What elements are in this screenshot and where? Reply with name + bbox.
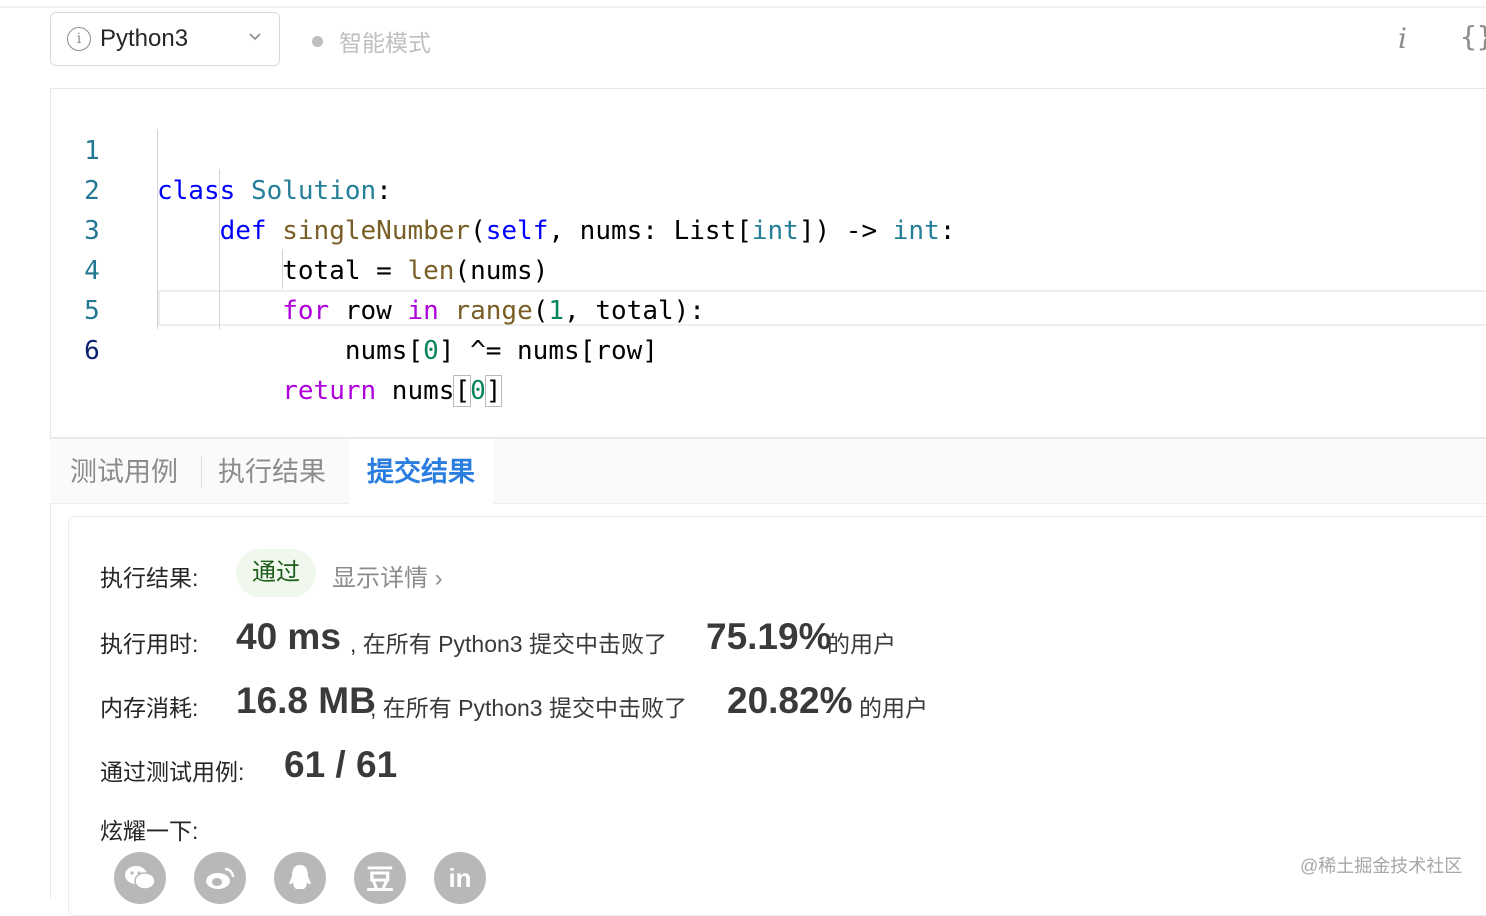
qq-icon (289, 865, 311, 889)
editor-toolbar: i Python3 智能模式 i {} (0, 0, 1486, 80)
runtime-label: 执行用时: (100, 631, 199, 657)
smart-mode-toggle[interactable]: 智能模式 (312, 24, 431, 58)
info-button[interactable]: i (1398, 22, 1407, 55)
status-label: 执行结果: (100, 565, 199, 591)
result-tabs: 测试用例 执行结果 提交结果 (50, 438, 1486, 505)
memory-label: 内存消耗: (100, 695, 199, 721)
watermark: @稀土掘金技术社区 (1300, 856, 1463, 876)
share-label: 炫耀一下: (100, 818, 199, 844)
format-code-button[interactable]: {} (1460, 20, 1486, 53)
chevron-down-icon (249, 33, 261, 41)
linkedin-icon: in (448, 862, 472, 893)
mode-label: 智能模式 (339, 30, 431, 56)
code-text: nums[0] ^= nums[row] (157, 336, 658, 366)
share-linkedin-button[interactable]: in (434, 852, 486, 904)
line-number: 6 (84, 336, 100, 366)
info-icon: i (67, 27, 91, 51)
status-badge: 通过 (236, 549, 316, 597)
show-details-link[interactable]: 显示详情 › (332, 558, 443, 593)
language-select[interactable]: i Python3 (50, 12, 280, 66)
language-label: Python3 (100, 25, 189, 52)
weibo-icon (206, 867, 235, 889)
tab-submit-result[interactable]: 提交结果 (349, 439, 493, 505)
panel-border (50, 504, 51, 898)
share-douban-button[interactable]: 豆 (354, 852, 406, 904)
share-qq-button[interactable] (274, 852, 326, 904)
mode-status-dot (312, 35, 323, 47)
test-cases-label: 通过测试用例: (100, 759, 245, 785)
runtime-value: 40 ms (236, 616, 341, 657)
code-line: 6 return nums[0] (51, 291, 1486, 407)
wechat-icon (125, 866, 156, 890)
code-text: return nums[0] (282, 375, 503, 407)
test-cases-value: 61 / 61 (284, 744, 398, 785)
memory-percent: 20.82% (727, 680, 853, 721)
memory-value: 16.8 MB (236, 680, 376, 721)
code-line: 3 total = len(nums) (51, 171, 1486, 286)
memory-suffix: 的用户 (859, 695, 928, 721)
toolbar-divider (0, 6, 1486, 8)
code-line: 2 def singleNumber(self, nums: List[int]… (51, 131, 1486, 246)
tab-run-result[interactable]: 执行结果 (218, 439, 326, 505)
code-line: 5 nums[0] ^= nums[row] (51, 251, 1486, 366)
share-wechat-button[interactable] (114, 852, 166, 904)
share-weibo-button[interactable] (194, 852, 246, 904)
tab-divider (201, 456, 202, 488)
douban-icon: 豆 (365, 864, 394, 895)
tab-test-cases[interactable]: 测试用例 (70, 439, 178, 505)
code-editor[interactable]: 1 class Solution: 2 def singleNumber(sel… (50, 88, 1486, 438)
code-line: 4 for row in range(1, total): (51, 211, 1486, 326)
code-line: 1 class Solution: (51, 91, 1486, 206)
memory-text: , 在所有 Python3 提交中击败了 (370, 695, 687, 721)
runtime-suffix: 的用户 (827, 631, 896, 657)
runtime-text: , 在所有 Python3 提交中击败了 (350, 631, 667, 657)
runtime-percent: 75.19% (706, 616, 832, 657)
